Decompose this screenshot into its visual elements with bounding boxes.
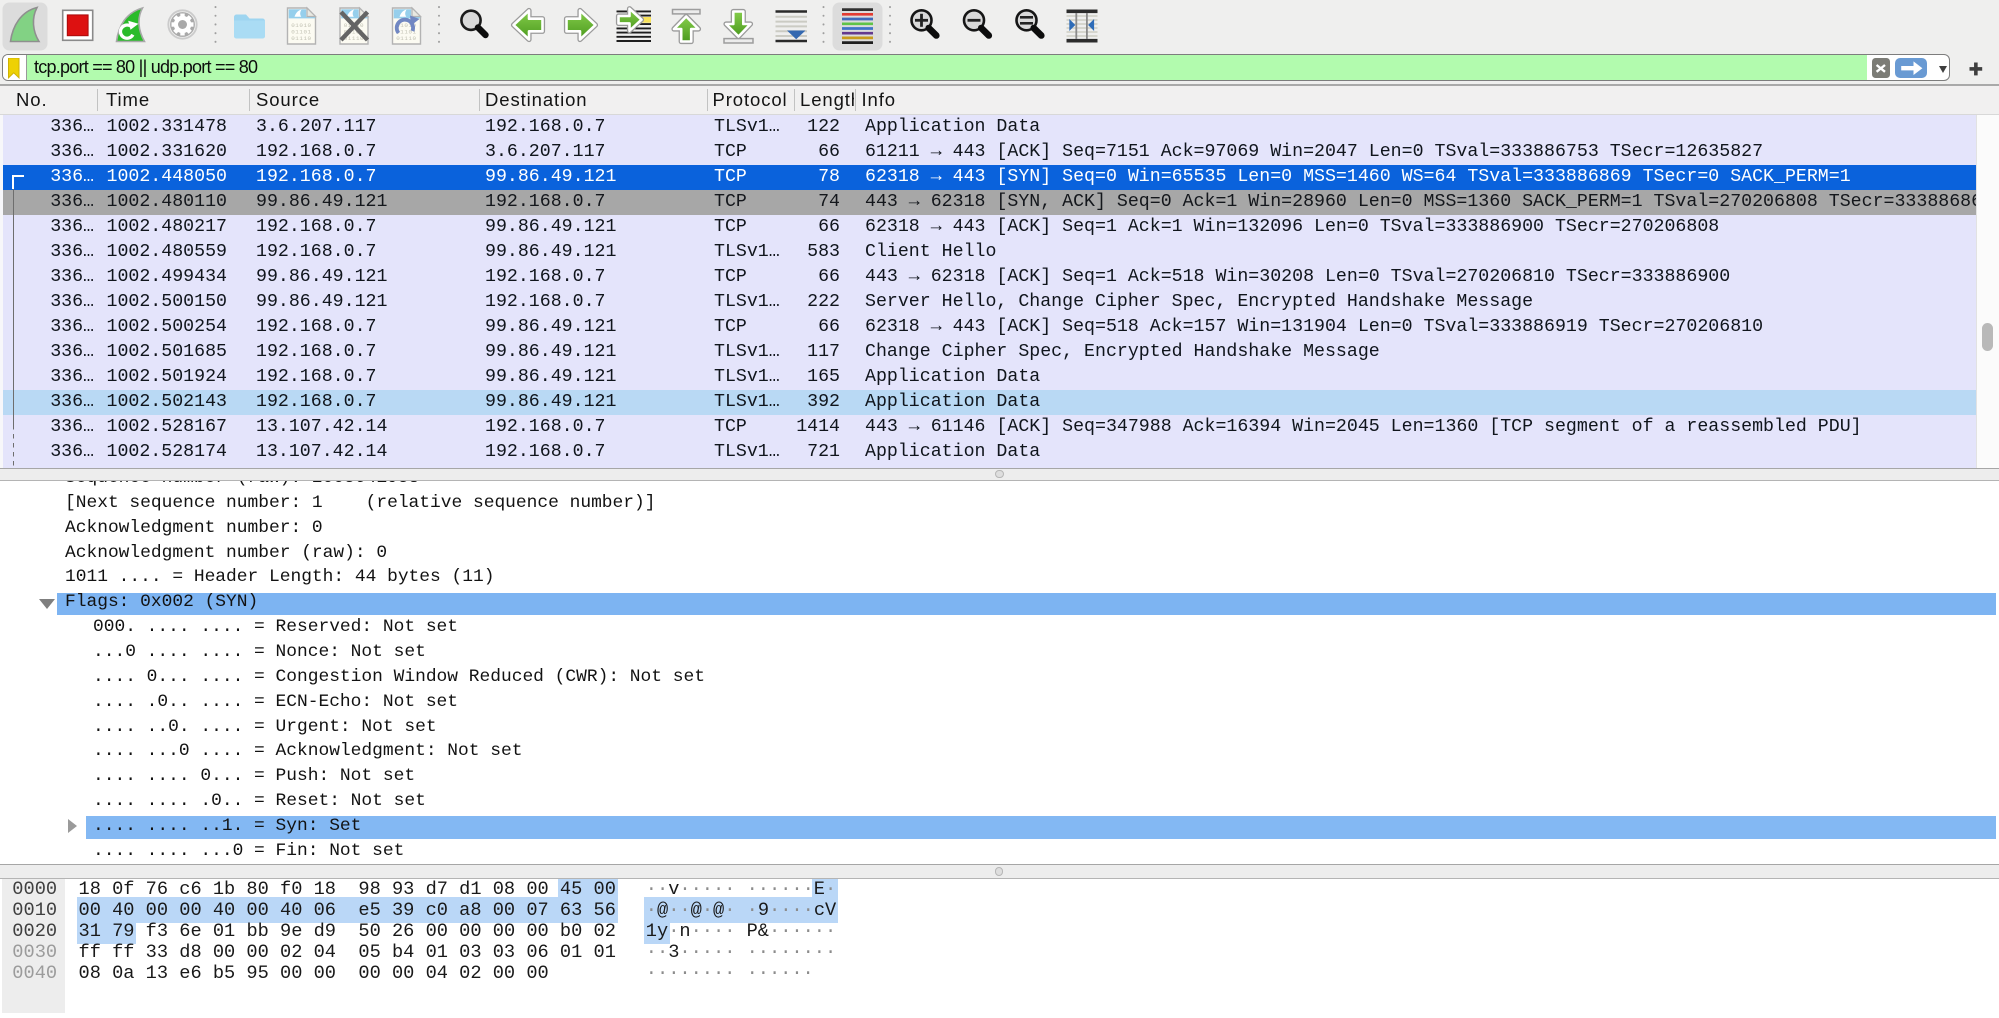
svg-text:01110: 01110 — [396, 35, 416, 42]
svg-text:01110: 01110 — [291, 35, 311, 42]
